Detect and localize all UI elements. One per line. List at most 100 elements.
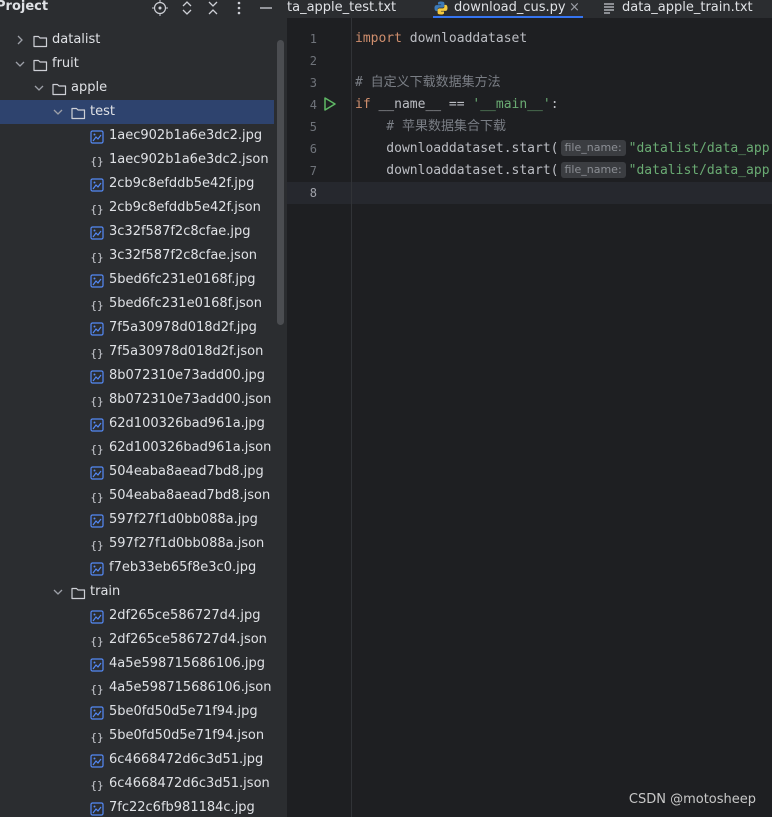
tab-download-cus[interactable]: download_cus.py × — [433, 0, 583, 18]
code-line-4: if __name__ == '__main__': — [355, 94, 559, 116]
project-panel: Project datalist fruit apple test 1aec902b1a… — [0, 0, 286, 817]
tree-file[interactable]: {} 1aec902b1a6e3dc2.json — [0, 148, 274, 172]
code-text: : — [550, 97, 559, 112]
tree-folder[interactable]: apple — [0, 76, 274, 100]
tree-folder[interactable]: datalist — [0, 28, 274, 52]
line-number: 2 — [309, 54, 317, 68]
tree-file[interactable]: {} 3c32f587f2c8cfae.json — [0, 244, 274, 268]
code-string: "datalist/data_app — [628, 163, 770, 178]
folder-icon — [33, 57, 48, 72]
tree-file[interactable]: 7f5a30978d018d2f.jpg — [0, 316, 274, 340]
image-file-icon — [90, 273, 105, 288]
keyword: import — [355, 31, 402, 46]
crosshair-icon[interactable] — [152, 0, 168, 16]
editor-gutter: 1 2 3 4 5 6 7 8 — [287, 18, 352, 817]
image-file-icon — [90, 801, 105, 816]
tree-file[interactable]: 6c4668472d6c3d51.jpg — [0, 748, 274, 772]
tree-file[interactable]: 2df265ce586727d4.jpg — [0, 604, 274, 628]
python-icon — [434, 1, 448, 18]
chevron-right-icon[interactable] — [13, 28, 27, 52]
tree-item-label: 6c4668472d6c3d51.json — [109, 776, 270, 791]
tree-file[interactable]: 8b072310e73add00.jpg — [0, 364, 274, 388]
tree-item-label: 1aec902b1a6e3dc2.jpg — [109, 128, 263, 143]
folder-icon — [33, 33, 48, 48]
minimize-icon[interactable] — [258, 0, 274, 16]
json-file-icon: {} — [90, 345, 105, 360]
chevron-down-icon[interactable] — [13, 52, 27, 76]
image-file-icon — [90, 321, 105, 336]
code-comment: # 苹果数据集合下载 — [355, 119, 506, 134]
tree-file[interactable]: 7fc22c6fb981184c.jpg — [0, 796, 274, 817]
close-icon[interactable]: × — [569, 0, 580, 16]
chevron-down-icon[interactable] — [51, 580, 65, 604]
json-file-icon: {} — [90, 201, 105, 216]
more-icon[interactable] — [231, 0, 247, 16]
tree-file[interactable]: {} 504eaba8aead7bd8.json — [0, 484, 274, 508]
chevron-down-icon[interactable] — [51, 100, 65, 124]
tree-file[interactable]: 4a5e598715686106.jpg — [0, 652, 274, 676]
collapse-icon[interactable] — [205, 0, 221, 16]
tree-file[interactable]: 5bed6fc231e0168f.jpg — [0, 268, 274, 292]
tree-folder[interactable]: test — [0, 100, 274, 124]
tree-folder[interactable]: train — [0, 580, 274, 604]
chevron-down-icon[interactable] — [32, 76, 46, 100]
tree-item-label: 4a5e598715686106.json — [109, 680, 272, 695]
tree-file[interactable]: f7eb33eb65f8e3c0.jpg — [0, 556, 274, 580]
line-number: 8 — [309, 186, 317, 200]
json-file-icon: {} — [90, 777, 105, 792]
svg-text:{}: {} — [90, 155, 103, 168]
tree-item-label: 5be0fd50d5e71f94.jpg — [109, 704, 258, 719]
run-icon[interactable] — [323, 97, 337, 111]
tree-scrollbar[interactable] — [277, 40, 284, 325]
json-file-icon: {} — [90, 153, 105, 168]
tab-label: download_cus.py — [454, 0, 566, 15]
project-header: Project — [0, 0, 286, 18]
tree-file[interactable]: 1aec902b1a6e3dc2.jpg — [0, 124, 274, 148]
tree-file[interactable]: {} 597f27f1d0bb088a.json — [0, 532, 274, 556]
tree-item-label: 8b072310e73add00.json — [109, 392, 272, 407]
tree-file[interactable]: {} 7f5a30978d018d2f.json — [0, 340, 274, 364]
code-comment: # 自定义下载数据集方法 — [355, 75, 501, 90]
tree-file[interactable]: {} 6c4668472d6c3d51.json — [0, 772, 274, 796]
tree-file[interactable]: {} 5bed6fc231e0168f.json — [0, 292, 274, 316]
tree-file[interactable]: 62d100326bad961a.jpg — [0, 412, 274, 436]
tree-file[interactable]: {} 5be0fd50d5e71f94.json — [0, 724, 274, 748]
image-file-icon — [90, 177, 105, 192]
parameter-hint: file_name: — [560, 162, 626, 178]
svg-text:{}: {} — [90, 203, 103, 216]
json-file-icon: {} — [90, 297, 105, 312]
tree-file[interactable]: 3c32f587f2c8cfae.jpg — [0, 220, 274, 244]
code-line-7: downloaddataset.start(file_name: "datalis… — [355, 160, 770, 182]
svg-text:{}: {} — [90, 491, 103, 504]
svg-text:{}: {} — [90, 347, 103, 360]
tree-file[interactable]: {} 62d100326bad961a.json — [0, 436, 274, 460]
tree-file[interactable]: 504eaba8aead7bd8.jpg — [0, 460, 274, 484]
expand-icon[interactable] — [179, 0, 195, 16]
tree-file[interactable]: 5be0fd50d5e71f94.jpg — [0, 700, 274, 724]
tree-item-label: 7f5a30978d018d2f.jpg — [109, 320, 257, 335]
tab-data-apple-test[interactable]: ta_apple_test.txt — [287, 0, 396, 18]
tree-item-label: 5bed6fc231e0168f.json — [109, 296, 263, 311]
line-number: 6 — [309, 142, 317, 156]
folder-icon — [71, 105, 86, 120]
tree-item-label: datalist — [52, 32, 101, 47]
code-text: downloaddataset.start( — [355, 163, 559, 178]
tree-file[interactable]: {} 2cb9c8efddb5e42f.json — [0, 196, 274, 220]
svg-text:{}: {} — [90, 779, 103, 792]
image-file-icon — [90, 417, 105, 432]
tree-file[interactable]: 597f27f1d0bb088a.jpg — [0, 508, 274, 532]
tree-file[interactable]: {} 2df265ce586727d4.json — [0, 628, 274, 652]
code-line-5: # 苹果数据集合下载 — [355, 116, 506, 138]
image-file-icon — [90, 753, 105, 768]
tree-folder[interactable]: fruit — [0, 52, 274, 76]
tree-item-label: 62d100326bad961a.json — [109, 440, 272, 455]
tree-file[interactable]: {} 8b072310e73add00.json — [0, 388, 274, 412]
tab-label: ta_apple_test.txt — [287, 0, 397, 15]
code-text: __name__ == — [370, 97, 473, 112]
line-number: 1 — [309, 32, 317, 46]
tree-file[interactable]: 2cb9c8efddb5e42f.jpg — [0, 172, 274, 196]
text-file-icon — [603, 2, 615, 18]
tree-item-label: 8b072310e73add00.jpg — [109, 368, 265, 383]
tree-file[interactable]: {} 4a5e598715686106.json — [0, 676, 274, 700]
project-title[interactable]: Project — [0, 0, 48, 16]
